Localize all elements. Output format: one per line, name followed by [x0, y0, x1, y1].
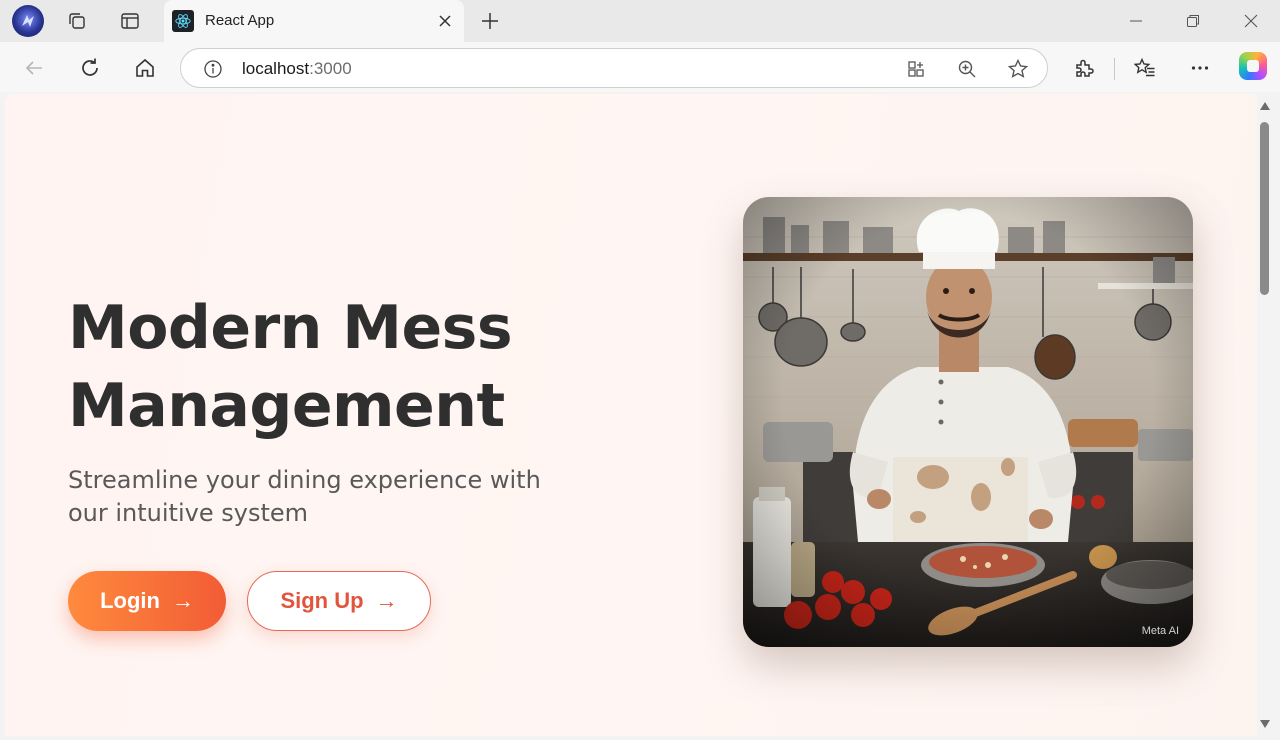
minimize-icon[interactable] [1121, 6, 1151, 36]
back-icon[interactable] [18, 52, 50, 84]
plus-icon[interactable] [475, 6, 505, 36]
copilot-icon[interactable] [1239, 52, 1267, 80]
chef-kitchen-image: Meta AI [743, 197, 1193, 647]
signup-label: Sign Up [280, 588, 364, 613]
hero-title: Modern Mess Management [68, 293, 513, 441]
page-viewport: Modern Mess Management Streamline your d… [5, 94, 1257, 736]
address-bar[interactable]: localhost:3000 [180, 48, 1048, 88]
title-bar: React App [0, 0, 1280, 42]
favorites-icon[interactable] [1129, 52, 1161, 84]
info-icon[interactable] [198, 54, 228, 84]
profile-icon[interactable] [12, 5, 44, 37]
app-available-icon[interactable] [902, 54, 932, 84]
page-scrollbar[interactable] [1257, 94, 1273, 736]
login-button[interactable]: Login → [68, 571, 226, 631]
url-port: :3000 [309, 59, 352, 78]
url-host: localhost [242, 59, 310, 78]
scroll-down-icon[interactable] [1260, 720, 1270, 728]
url-text[interactable]: localhost:3000 [242, 59, 352, 79]
active-tab[interactable]: React App [164, 0, 464, 42]
image-watermark: Meta AI [1141, 625, 1179, 637]
toolbar-separator [1114, 58, 1115, 80]
login-label: Login [100, 588, 160, 613]
browser-toolbar: localhost:3000 [0, 42, 1280, 92]
vertical-tabs-icon[interactable] [115, 6, 145, 36]
zoom-icon[interactable] [952, 54, 982, 84]
more-icon[interactable] [1184, 52, 1216, 84]
tab-title: React App [205, 12, 275, 29]
react-favicon-icon [172, 10, 194, 32]
favorite-star-icon[interactable] [1003, 54, 1033, 84]
tab-actions-icon[interactable] [62, 6, 92, 36]
home-icon[interactable] [129, 52, 161, 84]
window-close-icon[interactable] [1236, 6, 1266, 36]
signup-button[interactable]: Sign Up → [247, 571, 431, 631]
restore-icon[interactable] [1178, 6, 1208, 36]
extensions-icon[interactable] [1068, 52, 1100, 84]
arrow-right-icon: → [375, 588, 398, 613]
refresh-icon[interactable] [74, 52, 106, 84]
hero-subtitle: Streamline your dining experience with o… [68, 466, 541, 527]
scroll-thumb[interactable] [1260, 122, 1269, 295]
arrow-right-icon: → [171, 588, 194, 613]
scroll-up-icon[interactable] [1260, 102, 1270, 110]
close-icon[interactable] [430, 6, 460, 36]
